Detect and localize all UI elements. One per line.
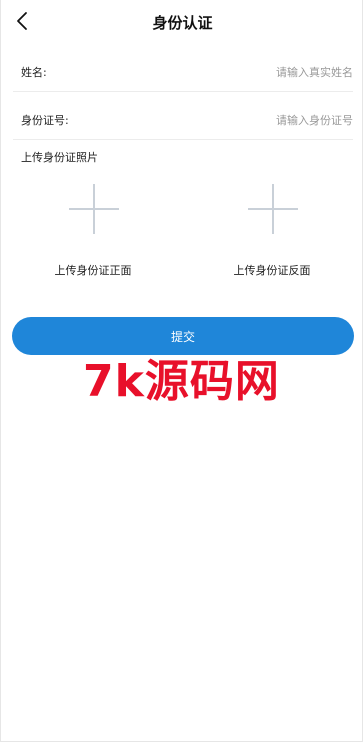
photo-section-label: 上传身份证照片 <box>21 151 98 164</box>
upload-front-label: 上传身份证正面 <box>54 264 132 277</box>
plus-icon <box>248 184 298 234</box>
upload-front-button[interactable]: 上传身份证正面 <box>33 184 153 294</box>
id-number-row: 身份证号: <box>13 100 353 140</box>
upload-back-label: 上传身份证反面 <box>233 264 311 277</box>
header-bar: 身份认证 <box>1 0 363 44</box>
id-number-label: 身份证号: <box>21 114 69 127</box>
page-title: 身份认证 <box>152 14 213 32</box>
upload-back-button[interactable]: 上传身份证反面 <box>212 184 332 294</box>
name-input[interactable] <box>153 60 353 84</box>
watermark-text: 7k源码网 <box>83 356 280 407</box>
page-frame: 身份认证 姓名: 身份证号: 上传身份证照片 上传身份证正面 上传身份证反面 提… <box>0 0 363 742</box>
plus-icon <box>69 184 119 234</box>
name-label: 姓名: <box>21 66 47 79</box>
name-row: 姓名: <box>13 52 353 92</box>
id-number-input[interactable] <box>153 108 353 132</box>
